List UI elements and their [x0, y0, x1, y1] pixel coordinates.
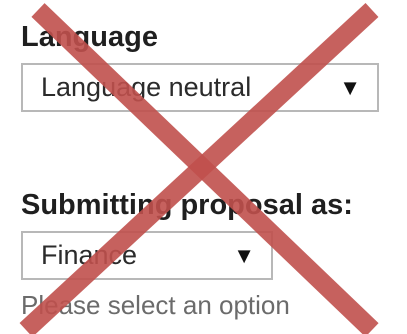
language-form-item: Language Language neutral ▼ — [21, 18, 379, 112]
submitting-as-form-item: Submitting proposal as: Finance ▼ Please… — [21, 186, 353, 322]
dropdown-arrow-icon: ▼ — [339, 75, 361, 100]
language-selected-value: Language neutral — [41, 72, 252, 102]
submitting-as-label: Submitting proposal as: — [21, 189, 353, 221]
select-option-help-text: Please select an option — [21, 290, 290, 320]
submitting-as-select[interactable]: Finance ▼ — [21, 231, 273, 280]
dropdown-arrow-icon: ▼ — [233, 243, 255, 268]
language-select[interactable]: Language neutral ▼ — [21, 63, 379, 112]
language-label: Language — [21, 21, 158, 53]
submitting-as-selected-value: Finance — [41, 240, 138, 270]
